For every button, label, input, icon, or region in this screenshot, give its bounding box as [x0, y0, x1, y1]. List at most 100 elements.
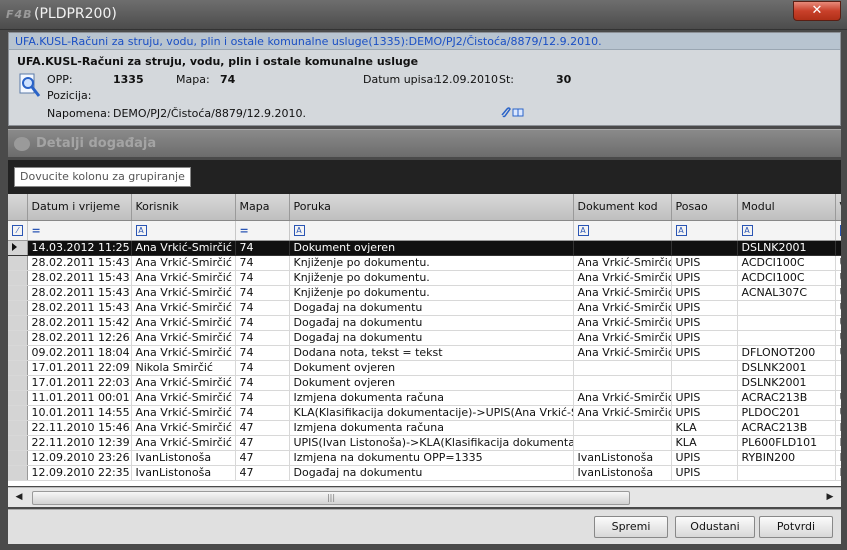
cell-poruka[interactable]: Dokument ovjeren — [289, 240, 574, 256]
cell-modul[interactable]: ACRAC213B — [737, 390, 836, 406]
cell-mapa[interactable]: 47 — [235, 465, 290, 481]
cell-mapa[interactable]: 47 — [235, 450, 290, 466]
cell-v[interactable]: P — [835, 435, 841, 451]
cell-korisnik[interactable]: Ana Vrkić-Smirčić — [131, 390, 236, 406]
filter-datum[interactable]: = — [27, 220, 132, 241]
cell-poruka[interactable]: Knjiženje po dokumentu. — [289, 270, 574, 286]
cell-korisnik[interactable]: Ana Vrkić-Smirčić — [131, 285, 236, 301]
filter-mapa[interactable]: = — [235, 220, 290, 241]
cell-datum[interactable]: 28.02.2011 12:26 — [27, 330, 132, 346]
cell-dokument-kod[interactable] — [573, 360, 672, 376]
cell-v[interactable]: K — [835, 420, 841, 436]
table-row[interactable]: 10.01.2011 14:55 Ana Vrkić-Smirčić 74 KLA(K… — [8, 405, 841, 421]
cell-v[interactable] — [835, 360, 841, 376]
cell-mapa[interactable]: 47 — [235, 420, 290, 436]
cell-posao[interactable] — [671, 240, 738, 256]
cell-dokument-kod[interactable]: Ana Vrkić-Smirčić — [573, 300, 672, 316]
row-indicator[interactable] — [8, 285, 28, 301]
cell-mapa[interactable]: 74 — [235, 240, 290, 256]
cell-poruka[interactable]: Dodana nota, tekst = tekst — [289, 345, 574, 361]
row-indicator[interactable] — [8, 270, 28, 286]
cell-modul[interactable] — [737, 300, 836, 316]
table-row[interactable]: 28.02.2011 15:43 Ana Vrkić-Smirčić 74 Knjiž… — [8, 270, 841, 286]
table-row[interactable]: 28.02.2011 15:43 Ana Vrkić-Smirčić 74 Događ… — [8, 300, 841, 316]
events-grid[interactable]: Datum i vrijeme Korisnik Mapa Poruka Dok… — [8, 194, 841, 486]
table-row[interactable]: 17.01.2011 22:03 Ana Vrkić-Smirčić 74 Dokum… — [8, 375, 841, 391]
filter-korisnik[interactable]: A — [131, 220, 236, 241]
cell-v[interactable]: P — [835, 450, 841, 466]
cell-posao[interactable]: UPIS — [671, 405, 738, 421]
cell-dokument-kod[interactable] — [573, 375, 672, 391]
column-header-v[interactable]: V — [835, 194, 841, 221]
cell-posao[interactable] — [671, 375, 738, 391]
cell-datum[interactable]: 11.01.2011 00:01 — [27, 390, 132, 406]
cell-mapa[interactable]: 74 — [235, 360, 290, 376]
row-indicator[interactable] — [8, 240, 28, 256]
column-header-dokument-kod[interactable]: Dokument kod — [573, 194, 672, 221]
details-section-bar[interactable]: Detalji događaja — [8, 129, 841, 157]
cell-datum[interactable]: 28.02.2011 15:42 — [27, 315, 132, 331]
table-row[interactable]: 28.02.2011 15:42 Ana Vrkić-Smirčić 74 Događ… — [8, 315, 841, 331]
cell-poruka[interactable]: Izmjena na dokumentu OPP=1335 — [289, 450, 574, 466]
row-indicator[interactable] — [8, 255, 28, 271]
cell-posao[interactable]: UPIS — [671, 390, 738, 406]
cell-v[interactable]: U — [835, 285, 841, 301]
cell-dokument-kod[interactable] — [573, 420, 672, 436]
cell-korisnik[interactable]: IvanListonoša — [131, 465, 236, 481]
table-row[interactable]: 17.01.2011 22:09 Nikola Smirčić 74 Dokument… — [8, 360, 841, 376]
cell-mapa[interactable]: 74 — [235, 285, 290, 301]
cell-posao[interactable]: UPIS — [671, 465, 738, 481]
row-indicator[interactable] — [8, 345, 28, 361]
cell-dokument-kod[interactable]: Ana Vrkić-Smirčić — [573, 315, 672, 331]
cell-v[interactable]: U — [835, 405, 841, 421]
cell-posao[interactable]: UPIS — [671, 345, 738, 361]
row-indicator[interactable] — [8, 465, 28, 481]
row-indicator[interactable] — [8, 300, 28, 316]
cell-poruka[interactable]: Dokument ovjeren — [289, 375, 574, 391]
cell-poruka[interactable]: Događaj na dokumentu — [289, 315, 574, 331]
row-indicator[interactable] — [8, 330, 28, 346]
cell-datum[interactable]: 10.01.2011 14:55 — [27, 405, 132, 421]
cell-v[interactable]: P — [835, 465, 841, 481]
cell-mapa[interactable]: 74 — [235, 300, 290, 316]
filter-poruka[interactable]: A — [289, 220, 574, 241]
table-row[interactable]: 14.03.2012 11:25 Ana Vrkić-Smirčić 74 Dokum… — [8, 240, 841, 256]
table-row[interactable]: 28.02.2011 15:43 Ana Vrkić-Smirčić 74 Knjiž… — [8, 255, 841, 271]
cell-mapa[interactable]: 74 — [235, 390, 290, 406]
cell-modul[interactable]: DSLNK2001 — [737, 240, 836, 256]
cell-modul[interactable]: DFLONOT200 — [737, 345, 836, 361]
cell-posao[interactable]: UPIS — [671, 330, 738, 346]
cell-poruka[interactable]: KLA(Klasifikacija dokumentacije)->UPIS(A… — [289, 405, 574, 421]
save-button[interactable]: Spremi — [594, 516, 668, 538]
row-indicator[interactable] — [8, 405, 28, 421]
cell-datum[interactable]: 12.09.2010 23:26 — [27, 450, 132, 466]
cell-poruka[interactable]: Knjiženje po dokumentu. — [289, 255, 574, 271]
cell-dokument-kod[interactable]: Ana Vrkić-Smirčić — [573, 285, 672, 301]
cell-mapa[interactable]: 74 — [235, 270, 290, 286]
cell-v[interactable]: U — [835, 345, 841, 361]
cell-datum[interactable]: 12.09.2010 22:35 — [27, 465, 132, 481]
cell-korisnik[interactable]: Ana Vrkić-Smirčić — [131, 420, 236, 436]
cell-posao[interactable]: UPIS — [671, 315, 738, 331]
cell-poruka[interactable]: UPIS(Ivan Listonoša)->KLA(Klasifikacija … — [289, 435, 574, 451]
cell-korisnik[interactable]: Ana Vrkić-Smirčić — [131, 405, 236, 421]
scroll-left-arrow-icon[interactable]: ◀ — [12, 490, 26, 505]
cell-mapa[interactable]: 74 — [235, 345, 290, 361]
row-indicator[interactable] — [8, 315, 28, 331]
cell-modul[interactable]: DSLNK2001 — [737, 360, 836, 376]
filter-modul[interactable]: A — [737, 220, 836, 241]
cell-korisnik[interactable]: Ana Vrkić-Smirčić — [131, 270, 236, 286]
cell-posao[interactable]: UPIS — [671, 255, 738, 271]
cancel-button[interactable]: Odustani — [675, 516, 755, 538]
cell-datum[interactable]: 22.11.2010 15:46 — [27, 420, 132, 436]
cell-v[interactable]: U — [835, 255, 841, 271]
cell-posao[interactable]: KLA — [671, 420, 738, 436]
cell-datum[interactable]: 17.01.2011 22:03 — [27, 375, 132, 391]
cell-v[interactable]: U — [835, 300, 841, 316]
cell-datum[interactable]: 22.11.2010 12:39 — [27, 435, 132, 451]
cell-korisnik[interactable]: Ana Vrkić-Smirčić — [131, 330, 236, 346]
group-panel[interactable]: Dovucite kolonu za grupiranje — [8, 160, 841, 194]
cell-modul[interactable]: PLDOC201 — [737, 405, 836, 421]
cell-posao[interactable]: UPIS — [671, 285, 738, 301]
filter-v[interactable]: A — [835, 220, 841, 241]
